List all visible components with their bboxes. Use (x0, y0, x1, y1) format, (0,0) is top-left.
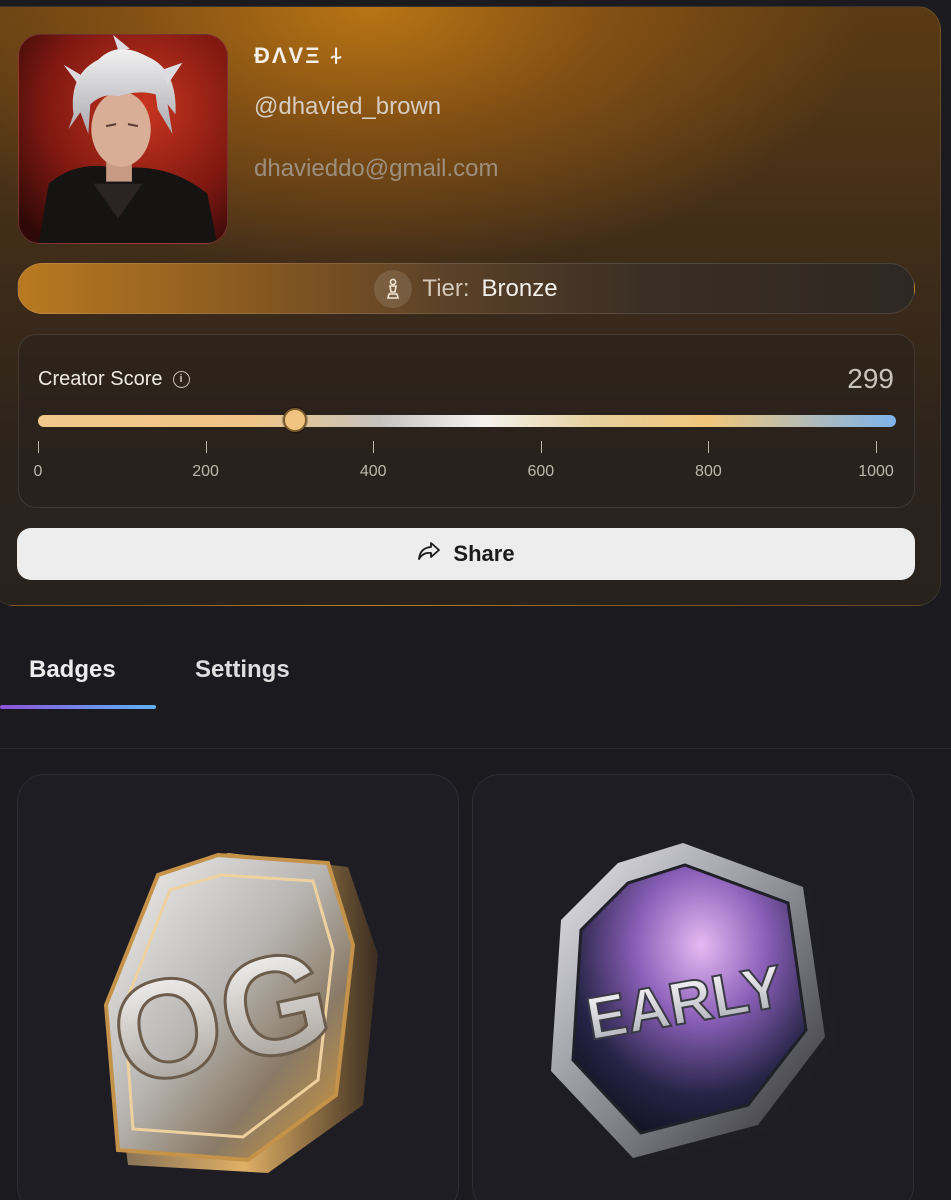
tabs-divider (0, 748, 951, 749)
score-tick (38, 441, 39, 453)
score-tick (708, 441, 710, 453)
score-tick-label: 600 (527, 463, 555, 480)
creator-score-value: 299 (847, 363, 894, 394)
score-tick-label: 1000 (858, 463, 894, 480)
tab-badges[interactable]: Badges (29, 656, 116, 684)
tier-label: Tier: (422, 274, 470, 302)
share-label: Share (453, 541, 515, 566)
early-badge-icon: EARLY (551, 841, 838, 1165)
badge-card-og[interactable]: OG (17, 774, 459, 1200)
share-icon (417, 541, 441, 567)
score-track (38, 415, 896, 427)
chess-piece-icon (374, 269, 413, 308)
tab-bar: Badges Settings (0, 632, 951, 749)
info-icon[interactable]: i (172, 371, 190, 388)
tab-settings[interactable]: Settings (195, 656, 290, 684)
og-badge-icon: OG (97, 852, 378, 1173)
badge-card-early[interactable]: EARLY (472, 774, 914, 1200)
display-name: ĐΛVΞ ⍭ (254, 43, 345, 68)
share-button[interactable]: Share (17, 528, 915, 580)
avatar-image (19, 35, 227, 243)
score-tick-label: 800 (695, 463, 722, 480)
score-thumb (282, 408, 307, 432)
username-handle: @dhavied_brown (254, 93, 442, 120)
profile-page: ĐΛVΞ ⍭ @dhavied_brown dhavieddo@gmail.co… (0, 0, 951, 1200)
score-tick (876, 441, 877, 453)
score-tick-label: 200 (192, 463, 219, 480)
score-tick-label: 0 (33, 463, 43, 480)
email-address: dhavieddo@gmail.com (254, 155, 499, 182)
score-tick (373, 441, 375, 453)
avatar[interactable] (18, 34, 228, 244)
tier-value: Bronze (481, 274, 558, 302)
score-tick (540, 441, 542, 453)
creator-score-title: Creator Score (38, 368, 163, 390)
score-tick-label: 400 (359, 463, 387, 480)
tier-badge: Tier: Bronze (17, 263, 915, 314)
creator-score-panel: Creator Score i 299 0 200 400 600 800 1000 (18, 334, 915, 508)
creator-score-header: Creator Score i (38, 368, 190, 391)
profile-card: ĐΛVΞ ⍭ @dhavied_brown dhavieddo@gmail.co… (0, 6, 941, 606)
active-tab-indicator (0, 705, 156, 709)
score-tick (205, 441, 207, 453)
